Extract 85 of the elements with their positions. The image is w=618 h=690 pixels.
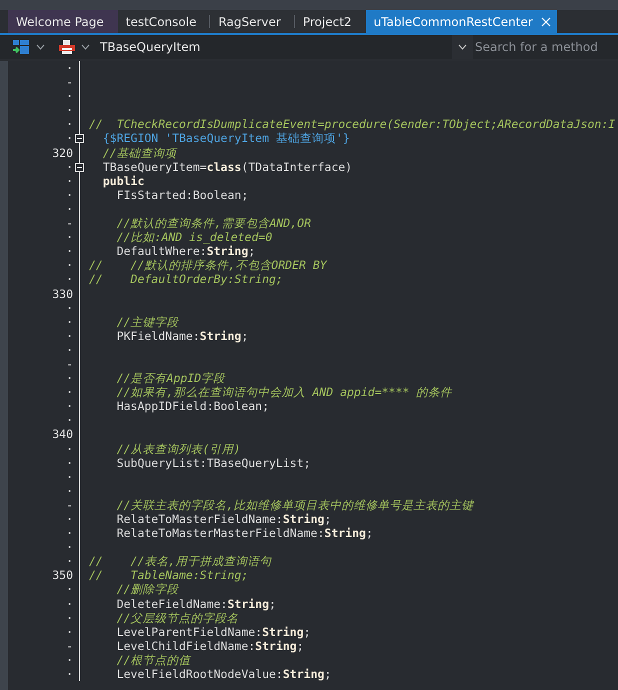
line-number: · — [65, 160, 74, 174]
line-number: · — [65, 89, 74, 104]
line-number: · — [65, 554, 74, 568]
line-number: · — [65, 300, 74, 315]
line-number: · — [65, 258, 74, 272]
line-number: · — [65, 540, 74, 554]
line-number: · — [65, 596, 74, 611]
code-line: //关联主表的字段名,比如维修单项目表中的维修单号是主表的主键 — [116, 498, 476, 512]
line-number: 320 — [51, 146, 74, 160]
collapse-icon[interactable] — [75, 162, 84, 172]
code-line: // TableName:String; — [88, 568, 250, 582]
line-number: · — [65, 610, 74, 625]
line-number: · — [65, 230, 74, 244]
line-number: · — [65, 512, 74, 526]
line-number: · — [65, 272, 74, 286]
line-number: · — [65, 244, 74, 258]
code-line: RelateToMasterFieldName:String; — [116, 512, 332, 526]
line-number: · — [65, 442, 74, 456]
code-line: //比如:AND is_deleted=0 — [116, 230, 274, 244]
code-line: FIsStarted:Boolean; — [116, 188, 250, 202]
line-number: - — [65, 216, 74, 230]
line-number: · — [65, 131, 74, 146]
line-number: 350 — [51, 568, 74, 582]
line-number: · — [65, 342, 74, 357]
code-line: //如果有,那么在查询语句中会加入 AND appid=**** 的条件 — [116, 385, 454, 400]
line-number: · — [65, 385, 74, 400]
caret-icon[interactable] — [458, 44, 467, 50]
code-line: LevelChildFieldName:String; — [116, 638, 305, 653]
line-number: - — [65, 356, 74, 372]
editor-tab[interactable]: Welcome Page — [8, 10, 118, 33]
code-line: {$REGION 'TBaseQueryItem 基础查询项'} — [102, 131, 351, 146]
structure-icon[interactable] — [12, 39, 30, 55]
printer-icon[interactable] — [59, 40, 75, 54]
code-line: //删除字段 — [116, 582, 180, 597]
code-line: PKFieldName:String; — [116, 328, 250, 343]
line-number: · — [65, 314, 74, 329]
code-line: //根节点的值 — [116, 652, 192, 668]
code-line: // DefaultOrderBy:String; — [88, 272, 284, 286]
line-number: · — [65, 399, 74, 414]
class-selector[interactable]: TBaseQueryItem — [100, 40, 200, 54]
close-icon[interactable] — [540, 16, 551, 26]
code-line: RelateToMasterMasterFieldName:String; — [116, 526, 374, 540]
line-number: · — [65, 456, 74, 470]
code-line: //是否有AppID字段 — [116, 371, 226, 386]
line-number: · — [65, 103, 74, 118]
caret-icon[interactable] — [81, 44, 90, 50]
code-line: // TCheckRecordIsDumplicateEvent=procedure(Sender:TObject;ARecordDataJson:I — [88, 117, 616, 132]
line-number: - — [65, 498, 74, 512]
editor-tab[interactable]: uTableCommonRestCenter — [366, 10, 557, 33]
line-number: · — [65, 582, 74, 597]
code-line: DeleteFieldName:String; — [116, 596, 277, 611]
line-number: · — [65, 413, 74, 428]
line-number: - — [65, 75, 74, 90]
code-line: // //默认的排序条件,不包含ORDER BY — [88, 258, 328, 272]
code-line: public — [102, 174, 146, 188]
line-number: · — [65, 667, 74, 682]
code-line: DefaultWhere:String; — [116, 244, 256, 258]
code-line: HasAppIDField:Boolean; — [116, 399, 270, 414]
line-number: · — [65, 174, 74, 188]
line-number: · — [65, 61, 74, 76]
code-line: //父层级节点的字段名 — [116, 610, 240, 625]
line-number: · — [65, 188, 74, 202]
line-number: · — [65, 652, 74, 668]
line-number: · — [65, 470, 74, 484]
line-number: · — [65, 202, 74, 216]
line-number: 340 — [51, 427, 74, 442]
code-line: //主键字段 — [116, 314, 180, 329]
line-number: · — [65, 117, 74, 132]
line-number: · — [65, 371, 74, 386]
code-line: LevelFieldRootNodeValue:String; — [116, 667, 332, 682]
line-number: - — [65, 638, 74, 653]
code-line: SubQueryList:TBaseQueryList; — [116, 456, 312, 470]
code-line: // //表名,用于拼成查询语句 — [88, 554, 272, 568]
code-line: LevelParentFieldName:String; — [116, 624, 312, 639]
caret-icon[interactable] — [36, 44, 45, 50]
line-number: 330 — [51, 286, 74, 301]
code-line: //从表查询列表(引用) — [116, 442, 242, 456]
code-line: TBaseQueryItem=class(TDataInterface) — [102, 160, 354, 174]
line-number: · — [65, 328, 74, 343]
line-number: · — [65, 484, 74, 498]
line-number: · — [65, 624, 74, 639]
line-number: · — [65, 526, 74, 540]
collapse-icon[interactable] — [75, 134, 84, 144]
code-line: //默认的查询条件,需要包含AND,OR — [116, 216, 312, 230]
code-line: //基础查询项 — [102, 146, 178, 160]
